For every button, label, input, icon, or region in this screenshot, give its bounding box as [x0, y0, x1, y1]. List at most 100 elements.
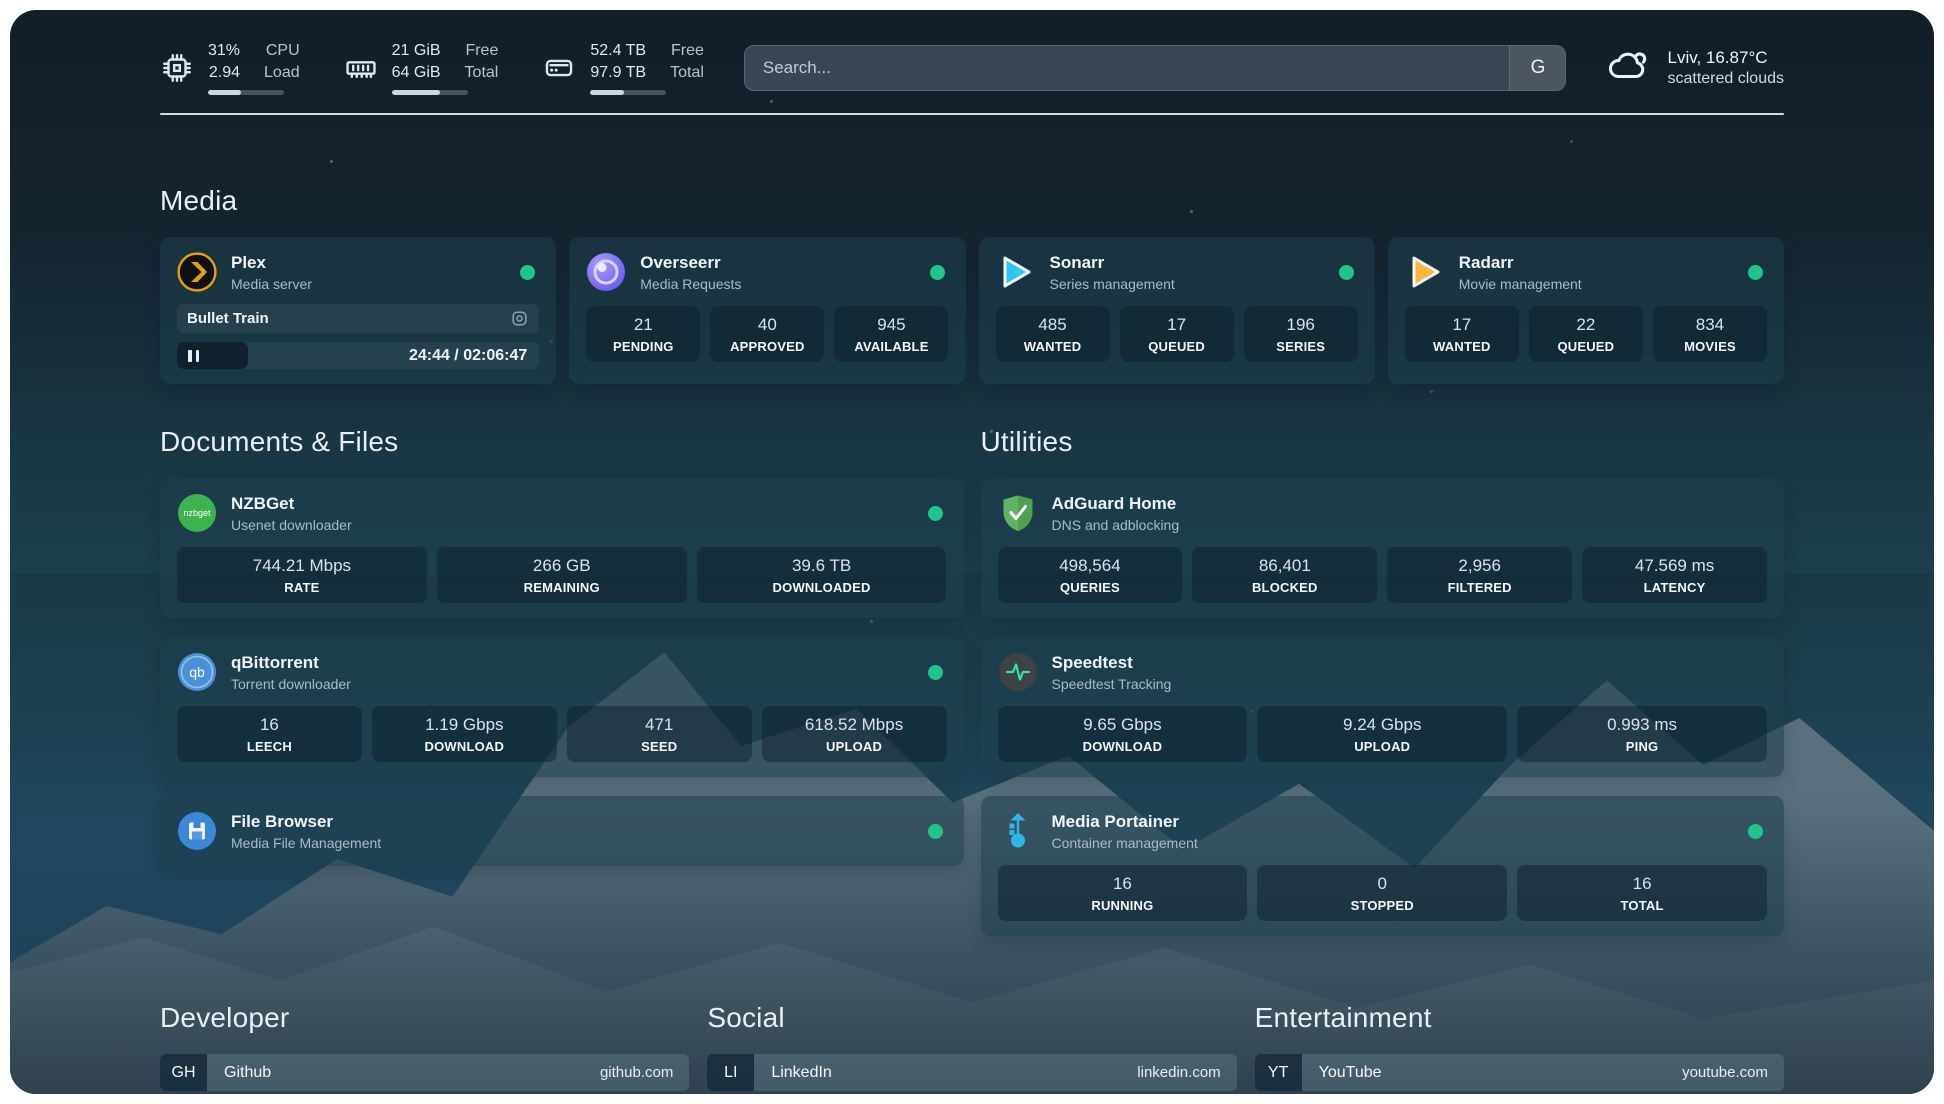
service-header: AdGuard HomeDNS and adblocking [998, 493, 1768, 533]
stat-block: 47.569 msLATENCY [1582, 547, 1767, 603]
filebrowser-icon [177, 811, 217, 851]
stat-block: 21 PENDING [586, 306, 700, 362]
memory-icon [344, 51, 378, 85]
service-card-file-browser[interactable]: File BrowserMedia File Management [160, 796, 964, 866]
status-dot-online [520, 265, 535, 280]
bookmark-abbr: GH [160, 1054, 207, 1091]
stat-block: 196SERIES [1244, 306, 1358, 362]
service-card-nzbget[interactable]: nzbgetNZBGetUsenet downloader744.21 Mbps… [160, 478, 964, 618]
stat-block: 266 GBREMAINING [437, 547, 687, 603]
stat-label: TOTAL [1521, 898, 1763, 913]
bookmark-rows: GHGithubgithub.comSOStackOverflowstackov… [160, 1054, 689, 1094]
stat-label: RUNNING [1002, 898, 1244, 913]
portainer-icon [998, 811, 1038, 851]
service-card-qbittorrent[interactable]: qbqBittorrentTorrent downloader16LEECH1.… [160, 637, 964, 777]
weather-location-temp: Lviv, 16.87°C [1667, 48, 1784, 68]
stat-value: 16 [181, 715, 358, 735]
documents-files-cards: nzbgetNZBGetUsenet downloader744.21 Mbps… [160, 478, 964, 866]
stat-block: 1.19 GbpsDOWNLOAD [372, 706, 557, 762]
playback-time: 24:44 / 02:06:47 [409, 347, 527, 365]
service-titles: RadarrMovie management [1459, 253, 1582, 292]
search-provider-button[interactable]: G [1509, 46, 1565, 90]
bookmark-name: YouTube [1302, 1064, 1382, 1082]
service-card-speedtest[interactable]: SpeedtestSpeedtest Tracking9.65 GbpsDOWN… [981, 637, 1785, 777]
plex-icon [177, 252, 217, 292]
service-stats: 9.65 GbpsDOWNLOAD9.24 GbpsUPLOAD0.993 ms… [998, 706, 1768, 762]
service-name: NZBGet [231, 494, 352, 514]
service-card-overseerr[interactable]: OverseerrMedia Requests21PENDING40APPROV… [569, 237, 965, 384]
dashboard-window: 31%2.94CPULoad21 GiB64 GiBFreeTotal52.4 … [10, 10, 1934, 1094]
stat-block: 39.6 TBDOWNLOADED [697, 547, 947, 603]
stat-value: 40 [714, 315, 820, 335]
stat-value: 16 [1002, 874, 1244, 894]
stat-label: AVAILABLE [838, 339, 944, 354]
stat-block: 40 APPROVED [710, 306, 824, 362]
service-stats: 16RUNNING0STOPPED16TOTAL [998, 865, 1768, 921]
stat-label: DOWNLOADED [701, 580, 943, 595]
bookmark-rows: LILinkedInlinkedin.comTWTwittertwitter.c… [707, 1054, 1236, 1094]
resource-values: 21 GiB64 GiB [392, 40, 441, 83]
svg-text:nzbget: nzbget [183, 508, 211, 518]
service-card-media-portainer[interactable]: Media PortainerContainer management 16 RUN… [981, 796, 1785, 936]
sonarr-icon [996, 252, 1036, 292]
top-bar: 31%2.94CPULoad21 GiB64 GiBFreeTotal52.4 … [160, 40, 1784, 95]
bookmark-url: youtube.com [1682, 1064, 1784, 1081]
topbar-divider [160, 113, 1784, 115]
stat-label: APPROVED [714, 339, 820, 354]
service-header: Media PortainerContainer management [998, 811, 1768, 851]
service-titles: SonarrSeries management [1050, 253, 1175, 292]
stat-value: 485 [1000, 315, 1106, 335]
bookmarks-section: DeveloperGHGithubgithub.comSOStackOverfl… [160, 1002, 1784, 1094]
resource-body: 21 GiB64 GiBFreeTotal [392, 40, 499, 95]
resource-body: 52.4 TB97.9 TBFreeTotal [590, 40, 704, 95]
service-titles: qBittorrentTorrent downloader [231, 653, 351, 692]
section-title-media: Media [160, 185, 1784, 217]
service-card-adguard-home[interactable]: AdGuard HomeDNS and adblocking498,564QUE… [981, 478, 1785, 618]
stat-block: 0.993 ms PING [1517, 706, 1767, 762]
playback-progress-fill [177, 342, 248, 369]
stat-label: FILTERED [1391, 580, 1568, 595]
disk-icon [542, 51, 576, 85]
stat-value: 744.21 Mbps [181, 556, 423, 576]
resource-widget-disk: 52.4 TB97.9 TBFreeTotal [542, 40, 704, 95]
section-title-utilities: Utilities [981, 426, 1785, 458]
service-subtitle: Media File Management [231, 835, 381, 851]
service-name: qBittorrent [231, 653, 351, 673]
stat-value: 0.993 ms [1521, 715, 1763, 735]
bookmark-github[interactable]: GHGithubgithub.com [160, 1054, 689, 1091]
stat-block: 17QUEUED [1120, 306, 1234, 362]
resource-label-2: Load [264, 62, 300, 84]
stat-value: 47.569 ms [1586, 556, 1763, 576]
stat-block: 16TOTAL [1517, 865, 1767, 921]
bookmark-linkedin[interactable]: LILinkedInlinkedin.com [707, 1054, 1236, 1091]
bookmark-youtube[interactable]: YTYouTubeyoutube.com [1255, 1054, 1784, 1091]
service-subtitle: Container management [1052, 835, 1198, 851]
service-subtitle: Media server [231, 276, 312, 292]
stat-block: 945AVAILABLE [834, 306, 948, 362]
stat-label: LEECH [181, 739, 358, 754]
stat-label: RATE [181, 580, 423, 595]
bookmark-name: LinkedIn [754, 1064, 832, 1082]
status-dot-online [930, 265, 945, 280]
stat-label: PENDING [590, 339, 696, 354]
service-card-plex[interactable]: PlexMedia serverBullet Train24:44 / 02:0… [160, 237, 556, 384]
stat-block: 618.52 MbpsUPLOAD [762, 706, 947, 762]
resource-value-2: 97.9 TB [590, 62, 646, 84]
stat-value: 21 [590, 315, 696, 335]
nzbget-icon: nzbget [177, 493, 217, 533]
playback-progress-bar: 24:44 / 02:06:47 [177, 342, 539, 369]
service-card-radarr[interactable]: RadarrMovie management17WANTED22QUEUED83… [1388, 237, 1784, 384]
stat-label: MOVIES [1657, 339, 1763, 354]
search-input[interactable] [745, 46, 1510, 90]
stat-label: PING [1521, 739, 1763, 754]
service-titles: PlexMedia server [231, 253, 312, 292]
stat-label: UPLOAD [766, 739, 943, 754]
service-card-sonarr[interactable]: SonarrSeries management485WANTED17QUEUED… [979, 237, 1375, 384]
service-subtitle: DNS and adblocking [1052, 517, 1180, 533]
stat-block: 744.21 Mbps RATE [177, 547, 427, 603]
weather-widget[interactable]: Lviv, 16.87°C scattered clouds [1606, 42, 1784, 93]
service-header: PlexMedia server [177, 252, 539, 292]
resource-label-1: Free [465, 40, 498, 62]
service-stats: 21 PENDING 40 APPROVED 945AVAILABLE [586, 306, 948, 362]
stat-label: QUEUED [1533, 339, 1639, 354]
